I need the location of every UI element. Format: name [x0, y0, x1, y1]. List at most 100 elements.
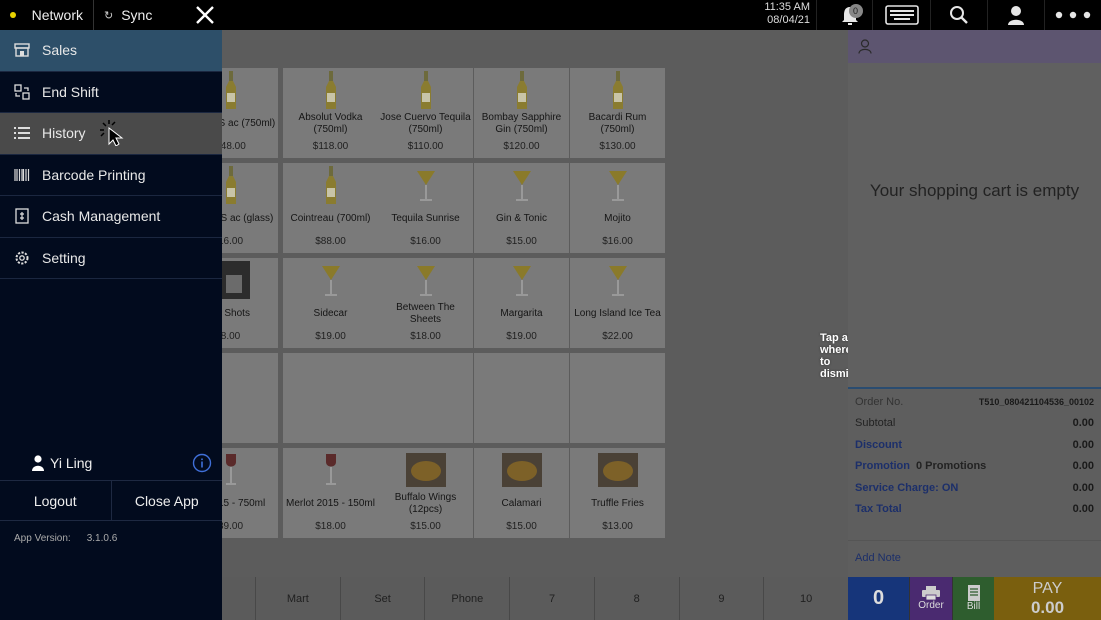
more-button[interactable] [1044, 0, 1101, 30]
keyboard-button[interactable] [872, 0, 930, 30]
dismiss-hint[interactable]: Tap any where to dismiss [820, 332, 848, 380]
product-price: $18.00 [410, 331, 441, 342]
product-image [283, 258, 378, 302]
category-tab[interactable]: Set [339, 577, 425, 620]
product-tile[interactable]: ot 2015 - 750ml 89.00 [222, 448, 278, 538]
discount-label[interactable]: Discount [855, 439, 902, 451]
product-tile[interactable]: Beau VS ac (750ml) 148.00 [222, 68, 278, 158]
category-tab[interactable]: Phone [424, 577, 509, 620]
sync-button[interactable]: ↻ Sync [94, 0, 162, 30]
menu-item-sales[interactable]: Sales [0, 30, 222, 72]
product-tile[interactable]: Gin & Tonic $15.00 [474, 163, 569, 253]
product-tile[interactable]: Long Island Ice Tea $22.00 [570, 258, 665, 348]
product-price: 8.00 [222, 331, 241, 342]
user-button[interactable] [987, 0, 1044, 30]
discount-value: 0.00 [1072, 438, 1094, 451]
category-tab[interactable] [222, 577, 255, 620]
add-note-link[interactable]: Add Note [855, 552, 901, 564]
info-icon[interactable] [192, 453, 212, 473]
product-tile[interactable]: Mojito $16.00 [570, 163, 665, 253]
product-tile[interactable]: Beau VS ac (glass) 16.00 [222, 163, 278, 253]
product-tile[interactable]: Between The Sheets $18.00 [378, 258, 473, 348]
product-tile[interactable]: ka Shots 8.00 [222, 258, 278, 348]
cash-icon [0, 208, 42, 224]
cart-items: Your shopping cart is empty [848, 63, 1101, 389]
user-icon [32, 455, 44, 471]
product-tile[interactable]: Absolut Vodka (750ml) $118.00 [283, 68, 378, 158]
item-count-button[interactable]: 0 [848, 577, 909, 620]
promotion-label[interactable]: Promotion [855, 460, 910, 472]
product-tile[interactable]: Cointreau (700ml) $88.00 [283, 163, 378, 253]
app-version: App Version: 3.1.0.6 [14, 533, 117, 544]
product-tile[interactable]: Buffalo Wings (12pcs) $15.00 [378, 448, 473, 538]
tax-total-value: 0.00 [1072, 503, 1094, 516]
product-image [222, 353, 278, 397]
product-image [474, 353, 569, 397]
promotion-row[interactable]: Promotion 0 Promotions 0.00 [855, 456, 1094, 478]
tax-total-label[interactable]: Tax Total [855, 503, 902, 515]
product-tile[interactable] [283, 353, 378, 443]
promotion-count: 0 Promotions [916, 460, 987, 473]
network-status[interactable]: Network [0, 0, 93, 30]
bill-icon [967, 585, 980, 601]
empty-cart-message: Your shopping cart is empty [869, 181, 1080, 200]
product-tile[interactable]: Bacardi Rum (750ml) $130.00 [570, 68, 665, 158]
bill-button[interactable]: Bill [952, 577, 994, 620]
menu-item-setting[interactable]: Setting [0, 238, 222, 279]
product-image [222, 163, 278, 207]
category-tab[interactable]: 10 [763, 577, 848, 620]
product-name: ot 2015 - 750ml [222, 498, 266, 509]
notifications-button[interactable]: 0 [816, 0, 872, 30]
service-charge-label[interactable]: Service Charge: ON [855, 482, 958, 494]
product-name [474, 397, 569, 421]
service-charge-row[interactable]: Service Charge: ON 0.00 [855, 477, 1094, 499]
product-name [570, 397, 665, 421]
order-button[interactable]: Order [909, 577, 952, 620]
product-tile[interactable] [474, 353, 569, 443]
product-tile[interactable]: Truffle Fries $13.00 [570, 448, 665, 538]
product-tile[interactable]: Margarita $19.00 [474, 258, 569, 348]
service-charge-value: 0.00 [1072, 481, 1094, 494]
product-tile[interactable]: Sidecar $19.00 [283, 258, 378, 348]
logout-button[interactable]: Logout [0, 481, 111, 520]
menu-item-cash-management[interactable]: Cash Management [0, 196, 222, 238]
menu-item-history[interactable]: History [0, 113, 222, 155]
category-tab[interactable]: 9 [678, 577, 764, 620]
product-tile[interactable] [222, 353, 278, 443]
pay-button[interactable]: PAY 0.00 [994, 577, 1101, 620]
menu-item-barcode-printing[interactable]: Barcode Printing [0, 155, 222, 196]
product-image [378, 163, 473, 207]
network-indicator-icon [10, 12, 16, 18]
product-tile[interactable]: Calamari $15.00 [474, 448, 569, 538]
search-button[interactable] [930, 0, 987, 30]
sync-icon: ↻ [104, 9, 114, 22]
product-price: $18.00 [315, 521, 346, 532]
product-tile[interactable]: Jose Cuervo Tequila (750ml) $110.00 [378, 68, 473, 158]
order-number-row: Order No. T510_080421104536_00102 [855, 391, 1094, 413]
discount-row[interactable]: Discount 0.00 [855, 434, 1094, 456]
customer-icon[interactable] [858, 39, 872, 54]
product-tile[interactable] [378, 353, 473, 443]
product-name [378, 397, 473, 421]
product-name: Mojito [604, 213, 631, 224]
category-tab[interactable]: 7 [509, 577, 594, 620]
product-tile[interactable]: Bombay Sapphire Gin (750ml) $120.00 [474, 68, 569, 158]
product-name: Truffle Fries [591, 498, 644, 509]
tax-total-row[interactable]: Tax Total 0.00 [855, 499, 1094, 521]
checkout-actions: 0 Order Bill PAY 0.00 [848, 577, 1101, 620]
menu-item-end-shift[interactable]: End Shift [0, 72, 222, 113]
product-image [222, 258, 278, 302]
close-app-button[interactable]: Close App [110, 481, 223, 520]
menu-item-label: Cash Management [42, 208, 161, 225]
product-name: Long Island Ice Tea [574, 308, 661, 319]
category-tab[interactable]: 8 [593, 577, 679, 620]
product-image [283, 448, 378, 492]
product-tile[interactable]: Merlot 2015 - 150ml $18.00 [283, 448, 378, 538]
product-price: $110.00 [407, 141, 444, 152]
close-drawer-button[interactable] [186, 0, 223, 30]
sync-label: Sync [121, 7, 153, 23]
product-tile[interactable]: Tequila Sunrise $16.00 [378, 163, 473, 253]
product-tile[interactable] [570, 353, 665, 443]
category-tab[interactable]: Mart [255, 577, 340, 620]
product-price: $88.00 [315, 236, 346, 247]
